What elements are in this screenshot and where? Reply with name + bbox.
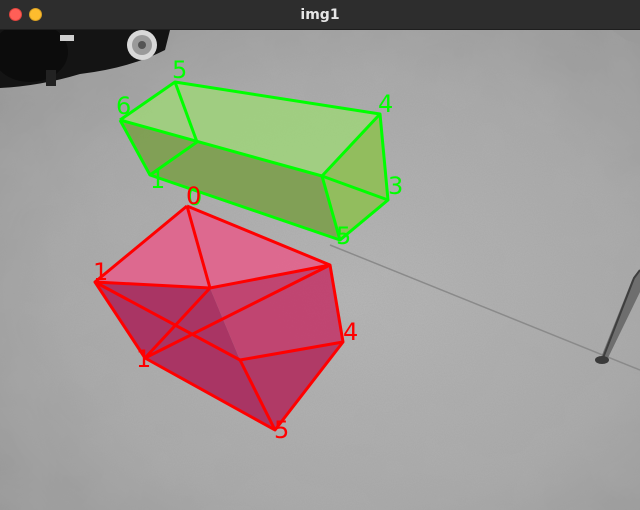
red-label-bottom: 5	[274, 416, 289, 444]
red-label-right: 4	[343, 318, 358, 346]
green-label-left: 6	[116, 92, 131, 120]
red-label-left: 1	[93, 258, 108, 286]
red-label-bottom-left: 1	[136, 345, 151, 373]
green-label-bottom-left: 1	[150, 166, 165, 194]
image-viewer-window: img1 5 6 4 3 1 0 5 0 1 4 1 5	[0, 0, 640, 510]
red-label-top: 0	[186, 182, 201, 210]
window-title: img1	[300, 7, 340, 23]
title-bar[interactable]: img1	[0, 0, 640, 30]
green-label-top-left: 5	[172, 56, 187, 84]
green-label-right: 3	[388, 172, 403, 200]
image-canvas: 5 6 4 3 1 0 5 0 1 4 1 5	[0, 30, 640, 510]
minimize-button[interactable]	[29, 8, 42, 21]
green-label-top-right: 4	[378, 90, 393, 118]
annotated-photo: 5 6 4 3 1 0 5 0 1 4 1 5	[0, 30, 640, 510]
close-button[interactable]	[9, 8, 22, 21]
green-label-bottom: 5	[336, 222, 351, 250]
